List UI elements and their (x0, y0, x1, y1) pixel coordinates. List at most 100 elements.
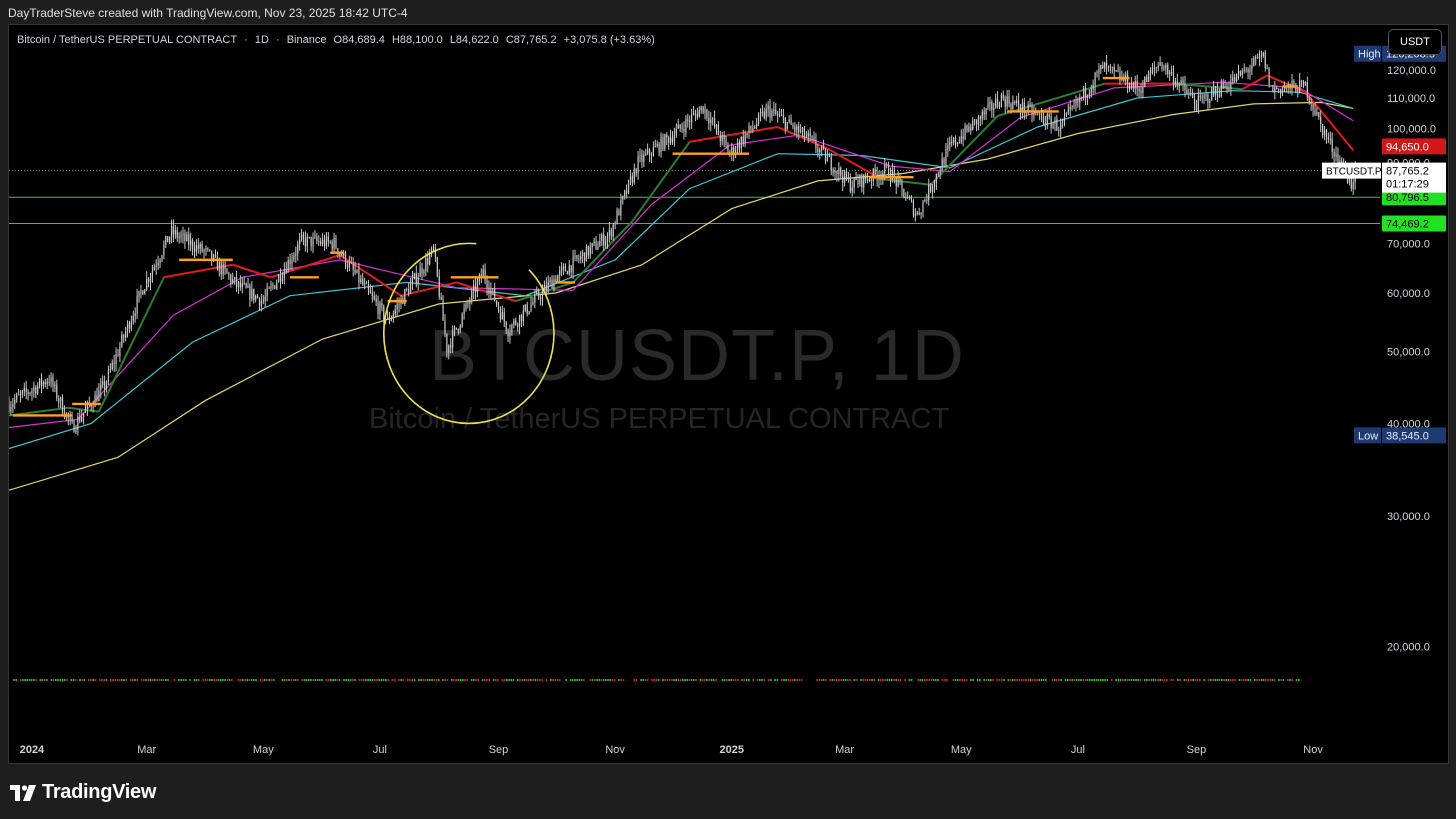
signal-dot (334, 679, 336, 681)
candle-body (1102, 65, 1104, 69)
candle-body (69, 417, 71, 419)
signal-dot (1177, 679, 1179, 681)
signal-dot (57, 679, 59, 681)
candle-body (281, 277, 284, 282)
candle-body (1037, 112, 1039, 114)
signal-dot (378, 679, 380, 681)
signal-dot (129, 679, 132, 681)
candle-body (1128, 88, 1131, 90)
signal-dot (33, 679, 35, 681)
signal-dot (1075, 679, 1078, 681)
candle-body (350, 261, 352, 264)
candle-body (1234, 77, 1236, 82)
candle-body (369, 289, 371, 294)
x-tick-label: 2025 (720, 744, 744, 756)
candle-body (182, 233, 184, 236)
signal-dot (688, 679, 691, 681)
candle-body (1182, 80, 1184, 84)
candle-body (836, 170, 838, 174)
candle-body (1167, 64, 1169, 75)
signal-dot (15, 679, 17, 681)
signal-dot (756, 679, 759, 681)
signal-dot (1144, 679, 1146, 681)
signal-dot (1038, 679, 1040, 681)
currency-button[interactable]: USDT (1388, 29, 1442, 55)
signal-dot (1260, 679, 1263, 681)
signal-dot (990, 679, 992, 681)
candle-body (16, 394, 18, 400)
candle-body (748, 125, 750, 134)
candle-body (996, 98, 999, 106)
candle-body (603, 234, 605, 246)
signal-dot (1137, 679, 1139, 681)
candle-body (1306, 81, 1308, 98)
candle-body (387, 316, 389, 320)
x-tick-label: Sep (1187, 744, 1207, 756)
level-price-label: 74,469.2 (1386, 218, 1429, 230)
attribution-text: DayTraderSteve created with TradingView.… (8, 6, 408, 20)
candle-body (450, 345, 452, 348)
candle-body (1262, 52, 1264, 56)
symbol-legend[interactable]: Bitcoin / TetherUS PERPETUAL CONTRACT · … (17, 34, 659, 46)
signal-dot (380, 679, 383, 681)
candle-body (1075, 99, 1077, 106)
signal-dot (1009, 679, 1012, 681)
candle-body (639, 155, 641, 157)
candle-body (1205, 94, 1207, 96)
candle-body (54, 384, 56, 387)
tradingview-logo[interactable]: TradingView (10, 781, 156, 804)
candle-body (750, 125, 752, 130)
candle-body (796, 125, 798, 131)
signal-dot (976, 679, 979, 681)
candle-body (547, 282, 549, 291)
candle-body (1040, 114, 1043, 116)
candle-body (494, 288, 496, 301)
candle-body (679, 124, 681, 129)
signal-dot (70, 679, 72, 681)
candle-body (694, 113, 697, 114)
candle-body (824, 148, 827, 162)
candle-body (1232, 77, 1234, 82)
candle-body (140, 290, 142, 292)
signal-dot (983, 679, 985, 681)
signal-dot (578, 679, 581, 681)
signal-dot (565, 679, 567, 681)
candle-body (1279, 88, 1282, 94)
candle-body (1067, 109, 1069, 114)
signal-dot (554, 679, 556, 681)
candle-body (1203, 95, 1205, 98)
signal-dot (816, 679, 818, 681)
x-tick-label: May (951, 744, 972, 756)
candle-body (1188, 93, 1190, 95)
candle-body (358, 269, 360, 283)
signal-dot (598, 679, 600, 681)
signal-dot (932, 679, 935, 681)
candle-body (365, 283, 368, 285)
signal-dot (1027, 679, 1029, 681)
signal-dot (534, 679, 537, 681)
candle-body (308, 236, 310, 238)
signal-dot (706, 679, 708, 681)
signal-dot (759, 679, 761, 681)
candle-body (595, 241, 597, 250)
chart-panel[interactable]: BTCUSDT.P, 1D Bitcoin / TetherUS PERPETU… (8, 24, 1449, 764)
signal-dot (228, 679, 231, 681)
candle-body (1136, 81, 1138, 90)
candle-body (545, 284, 547, 291)
signal-dot (723, 679, 726, 681)
candle-body (1048, 114, 1050, 117)
candle-body (905, 197, 907, 199)
signal-dot (558, 679, 561, 681)
signal-dot (1188, 679, 1190, 681)
candle-body (1213, 88, 1215, 95)
price-chart[interactable]: 20,000.030,000.040,000.050,000.060,000.0… (9, 25, 1449, 764)
signal-dot (477, 679, 479, 681)
candle-body (989, 102, 991, 104)
candle-body (42, 381, 45, 386)
candle-body (1140, 90, 1142, 93)
signal-dot (1122, 679, 1124, 681)
candle-body (29, 393, 31, 394)
candle-body (543, 284, 545, 290)
candle-body (123, 335, 125, 338)
signal-dot (1150, 679, 1153, 681)
